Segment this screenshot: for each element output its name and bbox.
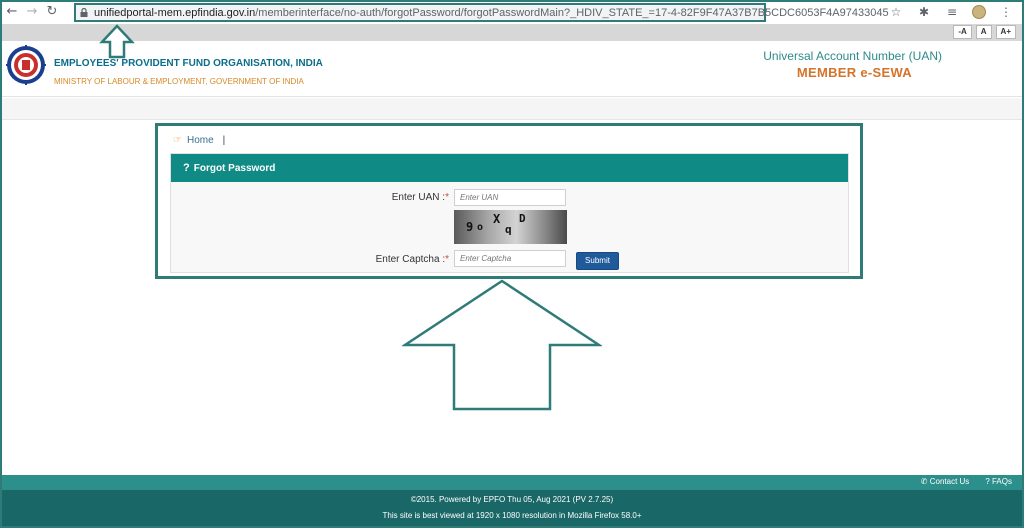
- epfo-logo: [6, 45, 46, 85]
- browser-toolbar: ← → ↻ unifiedportal-mem.epfindia.gov.in /…: [2, 2, 1022, 24]
- font-increase-button[interactable]: A+: [995, 25, 1016, 39]
- url-pointer-arrow: [99, 24, 135, 59]
- url-path: /memberinterface/no-auth/forgotPassword/…: [255, 6, 889, 19]
- faqs-link[interactable]: ? FAQs: [985, 477, 1012, 486]
- menu-icon[interactable]: ⋮: [998, 4, 1014, 20]
- address-bar[interactable]: unifiedportal-mem.epfindia.gov.in/member…: [74, 3, 889, 22]
- font-decrease-button[interactable]: -A: [953, 25, 972, 39]
- uan-title: Universal Account Number (UAN): [763, 49, 942, 63]
- footer: ©2015. Powered by EPFO Thu 05, Aug 2021 …: [2, 490, 1022, 526]
- contact-us-link[interactable]: ✆ Contact Us: [921, 477, 970, 486]
- nav-strip: [2, 98, 1022, 120]
- back-icon[interactable]: ←: [4, 4, 20, 20]
- url-domain: unifiedportal-mem.epfindia.gov.in: [94, 6, 256, 19]
- ministry-name: MINISTRY OF LABOUR & EMPLOYMENT, GOVERNM…: [54, 77, 304, 86]
- reading-list-icon[interactable]: ≡: [944, 4, 960, 20]
- question-icon: ?: [985, 477, 992, 486]
- forward-icon[interactable]: →: [24, 4, 40, 20]
- copyright-text: ©2015. Powered by EPFO Thu 05, Aug 2021 …: [410, 495, 614, 504]
- site-header: EMPLOYEES' PROVIDENT FUND ORGANISATION, …: [2, 41, 1022, 97]
- font-normal-button[interactable]: A: [975, 25, 992, 39]
- lock-icon: [80, 8, 88, 17]
- screenshot-frame: ← → ↻ unifiedportal-mem.epfindia.gov.in /…: [0, 0, 1024, 528]
- highlight-box: [155, 123, 863, 279]
- bookmark-star-icon[interactable]: ☆: [888, 4, 904, 20]
- accessibility-bar: -A A A+: [2, 24, 1022, 41]
- extensions-icon[interactable]: ✱: [916, 4, 932, 20]
- form-pointer-arrow: [402, 279, 602, 411]
- org-name: EMPLOYEES' PROVIDENT FUND ORGANISATION, …: [54, 58, 323, 69]
- member-sewa-title: MEMBER e-SEWA: [796, 65, 912, 80]
- profile-avatar[interactable]: [972, 5, 986, 19]
- footer-links-bar: ✆ Contact Us ? FAQs: [2, 475, 1022, 490]
- best-view-text: This site is best viewed at 1920 x 1080 …: [382, 511, 642, 520]
- reload-icon[interactable]: ↻: [44, 4, 60, 20]
- phone-icon: ✆: [920, 477, 930, 486]
